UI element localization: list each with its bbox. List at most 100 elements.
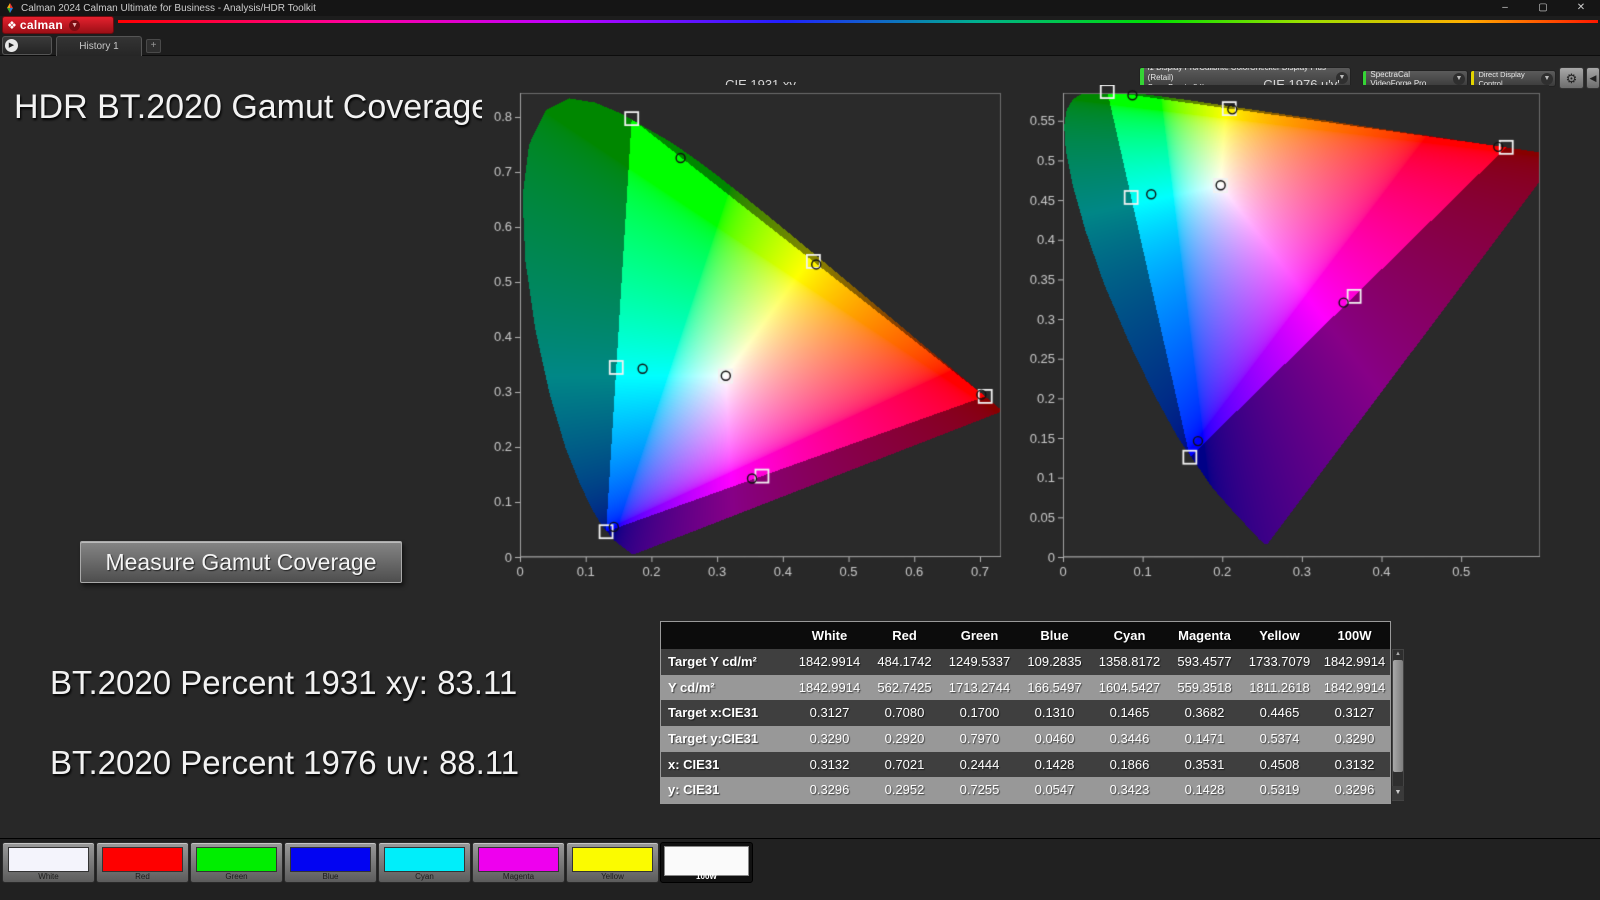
table-cell: 0.5319	[1242, 777, 1317, 803]
table-cell: 0.2952	[867, 777, 942, 803]
page-title: HDR BT.2020 Gamut Coverage	[14, 88, 490, 127]
result-1931-value: 83.11	[437, 664, 517, 701]
row-label: y: CIE31	[661, 777, 792, 803]
table-row: y: CIE310.32960.29520.72550.05470.34230.…	[661, 777, 1390, 803]
swatch-color	[572, 847, 653, 872]
calman-logo-icon: ❖	[7, 19, 17, 32]
swatch-label: Green	[191, 872, 282, 881]
swatch-color	[102, 847, 183, 872]
pattern-swatch-blue[interactable]: Blue	[284, 842, 377, 883]
table-row: Target y:CIE310.32900.29200.79700.04600.…	[661, 726, 1390, 752]
chevron-down-icon[interactable]: ▼	[69, 20, 80, 31]
table-cell: 0.1700	[942, 700, 1017, 726]
add-tab-button[interactable]: +	[146, 39, 161, 53]
calman-menu-button[interactable]: ❖ calman ▼	[2, 16, 114, 34]
column-header	[661, 622, 792, 649]
chevron-left-icon: ◀	[1590, 73, 1597, 83]
table-cell: 0.3296	[792, 777, 867, 803]
result-1931-label: BT.2020 Percent 1931 xy:	[50, 664, 428, 701]
column-header: 100W	[1317, 622, 1392, 649]
tab-history-1[interactable]: History 1	[56, 36, 142, 56]
table-cell: 0.3446	[1092, 726, 1167, 752]
table-cell: 593.4577	[1167, 649, 1242, 675]
table-cell: 0.7255	[942, 777, 1017, 803]
measure-gamut-coverage-button[interactable]: Measure Gamut Coverage	[80, 541, 402, 583]
spectrum-gradient-bar	[118, 20, 1598, 23]
swatch-color	[196, 847, 277, 872]
results-table: WhiteRedGreenBlueCyanMagentaYellow100WTa…	[660, 621, 1391, 804]
table-cell: 166.5497	[1017, 675, 1092, 701]
table-cell: 0.1428	[1167, 777, 1242, 803]
table-cell: 0.7970	[942, 726, 1017, 752]
close-button[interactable]: ✕	[1562, 0, 1600, 16]
tab-bar: ▶ History 1 + i1 Display Pro/Calibrite C…	[0, 34, 1600, 56]
maximize-button[interactable]: ▢	[1524, 0, 1562, 16]
table-row: x: CIE310.31320.70210.24440.14280.18660.…	[661, 752, 1390, 778]
collapse-panel-button[interactable]: ◀	[1586, 67, 1600, 89]
table-cell: 0.1310	[1017, 700, 1092, 726]
table-cell: 559.3518	[1167, 675, 1242, 701]
logo-row: ❖ calman ▼	[0, 16, 1600, 34]
pattern-swatch-bar: WhiteRedGreenBlueCyanMagentaYellow100W	[2, 842, 753, 883]
scroll-up-icon[interactable]: ▲	[1392, 649, 1404, 659]
pattern-swatch-magenta[interactable]: Magenta	[472, 842, 565, 883]
scroll-down-icon[interactable]: ▼	[1392, 786, 1404, 800]
table-cell: 1249.5337	[942, 649, 1017, 675]
table-cell: 0.3423	[1092, 777, 1167, 803]
calman-logo-text: calman	[20, 18, 63, 32]
table-cell: 0.7021	[867, 752, 942, 778]
table-cell: 0.1428	[1017, 752, 1092, 778]
table-cell: 1842.9914	[1317, 649, 1392, 675]
pattern-swatch-green[interactable]: Green	[190, 842, 283, 883]
minimize-button[interactable]: –	[1486, 0, 1524, 16]
swatch-color	[478, 847, 559, 872]
pattern-swatch-red[interactable]: Red	[96, 842, 189, 883]
table-cell: 0.0547	[1017, 777, 1092, 803]
settings-gear-button[interactable]: ⚙	[1559, 67, 1584, 89]
column-header: Red	[867, 622, 942, 649]
pattern-swatch-white[interactable]: White	[2, 842, 95, 883]
history-panel-toggle[interactable]: ▶	[2, 36, 52, 55]
swatch-color	[290, 847, 371, 872]
table-scrollbar-thumb[interactable]	[1393, 660, 1403, 772]
pattern-swatch-100w[interactable]: 100W	[660, 842, 753, 883]
app-window: Calman 2024 Calman Ultimate for Business…	[0, 0, 1600, 900]
table-row: Target x:CIE310.31270.70800.17000.13100.…	[661, 700, 1390, 726]
table-cell: 0.3127	[1317, 700, 1392, 726]
app-icon	[5, 3, 15, 13]
table-row: Y cd/m²1842.9914562.74251713.2744166.549…	[661, 675, 1390, 701]
bottom-bar: WhiteRedGreenBlueCyanMagentaYellow100W ▲…	[0, 838, 1600, 900]
swatch-label: Yellow	[567, 872, 658, 881]
table-cell: 0.3132	[792, 752, 867, 778]
pattern-swatch-yellow[interactable]: Yellow	[566, 842, 659, 883]
chevron-down-icon[interactable]: ▼	[1541, 73, 1553, 85]
pattern-swatch-cyan[interactable]: Cyan	[378, 842, 471, 883]
cie-1931-chart	[482, 85, 1010, 585]
column-header: Blue	[1017, 622, 1092, 649]
column-header: Yellow	[1242, 622, 1317, 649]
swatch-label: Cyan	[379, 872, 470, 881]
table-cell: 0.1866	[1092, 752, 1167, 778]
swatch-label: White	[3, 872, 94, 881]
play-icon: ▶	[5, 39, 18, 52]
table-cell: 484.1742	[867, 649, 942, 675]
table-cell: 1604.5427	[1092, 675, 1167, 701]
column-header: Green	[942, 622, 1017, 649]
table-row: Target Y cd/m²1842.9914484.17421249.5337…	[661, 649, 1390, 675]
table-cell: 0.3132	[1317, 752, 1392, 778]
table-cell: 0.0460	[1017, 726, 1092, 752]
table-cell: 1842.9914	[792, 649, 867, 675]
table-cell: 1358.8172	[1092, 649, 1167, 675]
table-cell: 0.1471	[1167, 726, 1242, 752]
table-cell: 1842.9914	[1317, 675, 1392, 701]
table-cell: 0.3290	[1317, 726, 1392, 752]
column-header: Cyan	[1092, 622, 1167, 649]
row-label: Target y:CIE31	[661, 726, 792, 752]
table-cell: 0.1465	[1092, 700, 1167, 726]
table-cell: 1811.2618	[1242, 675, 1317, 701]
table-cell: 0.3127	[792, 700, 867, 726]
table-cell: 562.7425	[867, 675, 942, 701]
window-title: Calman 2024 Calman Ultimate for Business…	[21, 3, 316, 14]
column-header: Magenta	[1167, 622, 1242, 649]
table-cell: 1713.2744	[942, 675, 1017, 701]
